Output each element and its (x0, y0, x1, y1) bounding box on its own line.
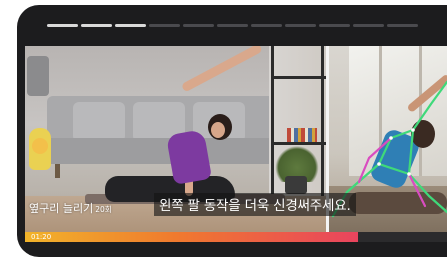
workout-progress-bar[interactable]: 01:20 (25, 232, 447, 242)
exercise-name-badge: 옆구리 늘리기 20회 (29, 200, 112, 216)
story-progress-segment (183, 24, 214, 27)
story-progress-segment (47, 24, 78, 27)
pose-joint (411, 128, 415, 132)
sofa-cushion (73, 102, 125, 142)
pose-skeleton-arm (411, 80, 447, 132)
exercise-count: 20회 (95, 205, 112, 214)
shelf-post (271, 46, 274, 196)
pose-joint (407, 172, 411, 176)
shelf-post (321, 46, 324, 196)
shelf-board (271, 142, 326, 145)
plant-pot-image (285, 176, 307, 194)
pose-joint (389, 136, 393, 140)
sofa-seat (45, 138, 281, 164)
elapsed-time: 01:20 (31, 233, 52, 241)
pose-skeleton-leg (407, 172, 447, 214)
shelf-board (271, 76, 326, 79)
story-progress-segment (81, 24, 112, 27)
instructor-arm-raised (180, 46, 263, 93)
pose-joint (377, 162, 381, 166)
workout-progress-fill (25, 232, 358, 242)
exercise-title: 옆구리 늘리기 (29, 202, 94, 215)
coaching-subtitle: 왼쪽 팔 동작을 더욱 신경써주세요. (154, 193, 356, 216)
phone-device: 옆구리 늘리기 20회 왼쪽 팔 동작을 더욱 신경써주세요. 01:20 (0, 0, 447, 260)
story-progress-segment (319, 24, 350, 27)
story-progress-segment (149, 24, 180, 27)
story-progress-segment (115, 24, 146, 27)
sofa-leg (55, 164, 60, 178)
pose-skeleton-arm-alert (357, 136, 393, 184)
pose-skeleton-torso (377, 128, 415, 176)
workout-video-screen[interactable]: 옆구리 늘리기 20회 왼쪽 팔 동작을 더욱 신경써주세요. 01:20 (25, 46, 447, 242)
story-progress-segment (217, 24, 248, 27)
story-progress-segment (353, 24, 384, 27)
story-progress-bar (47, 24, 418, 27)
hanging-bag-image (27, 56, 49, 96)
plush-toy-face (32, 138, 48, 154)
books-image (287, 128, 317, 142)
story-progress-segment (387, 24, 418, 27)
story-progress-segment (285, 24, 316, 27)
instructor-face (211, 122, 225, 138)
story-progress-segment (251, 24, 282, 27)
